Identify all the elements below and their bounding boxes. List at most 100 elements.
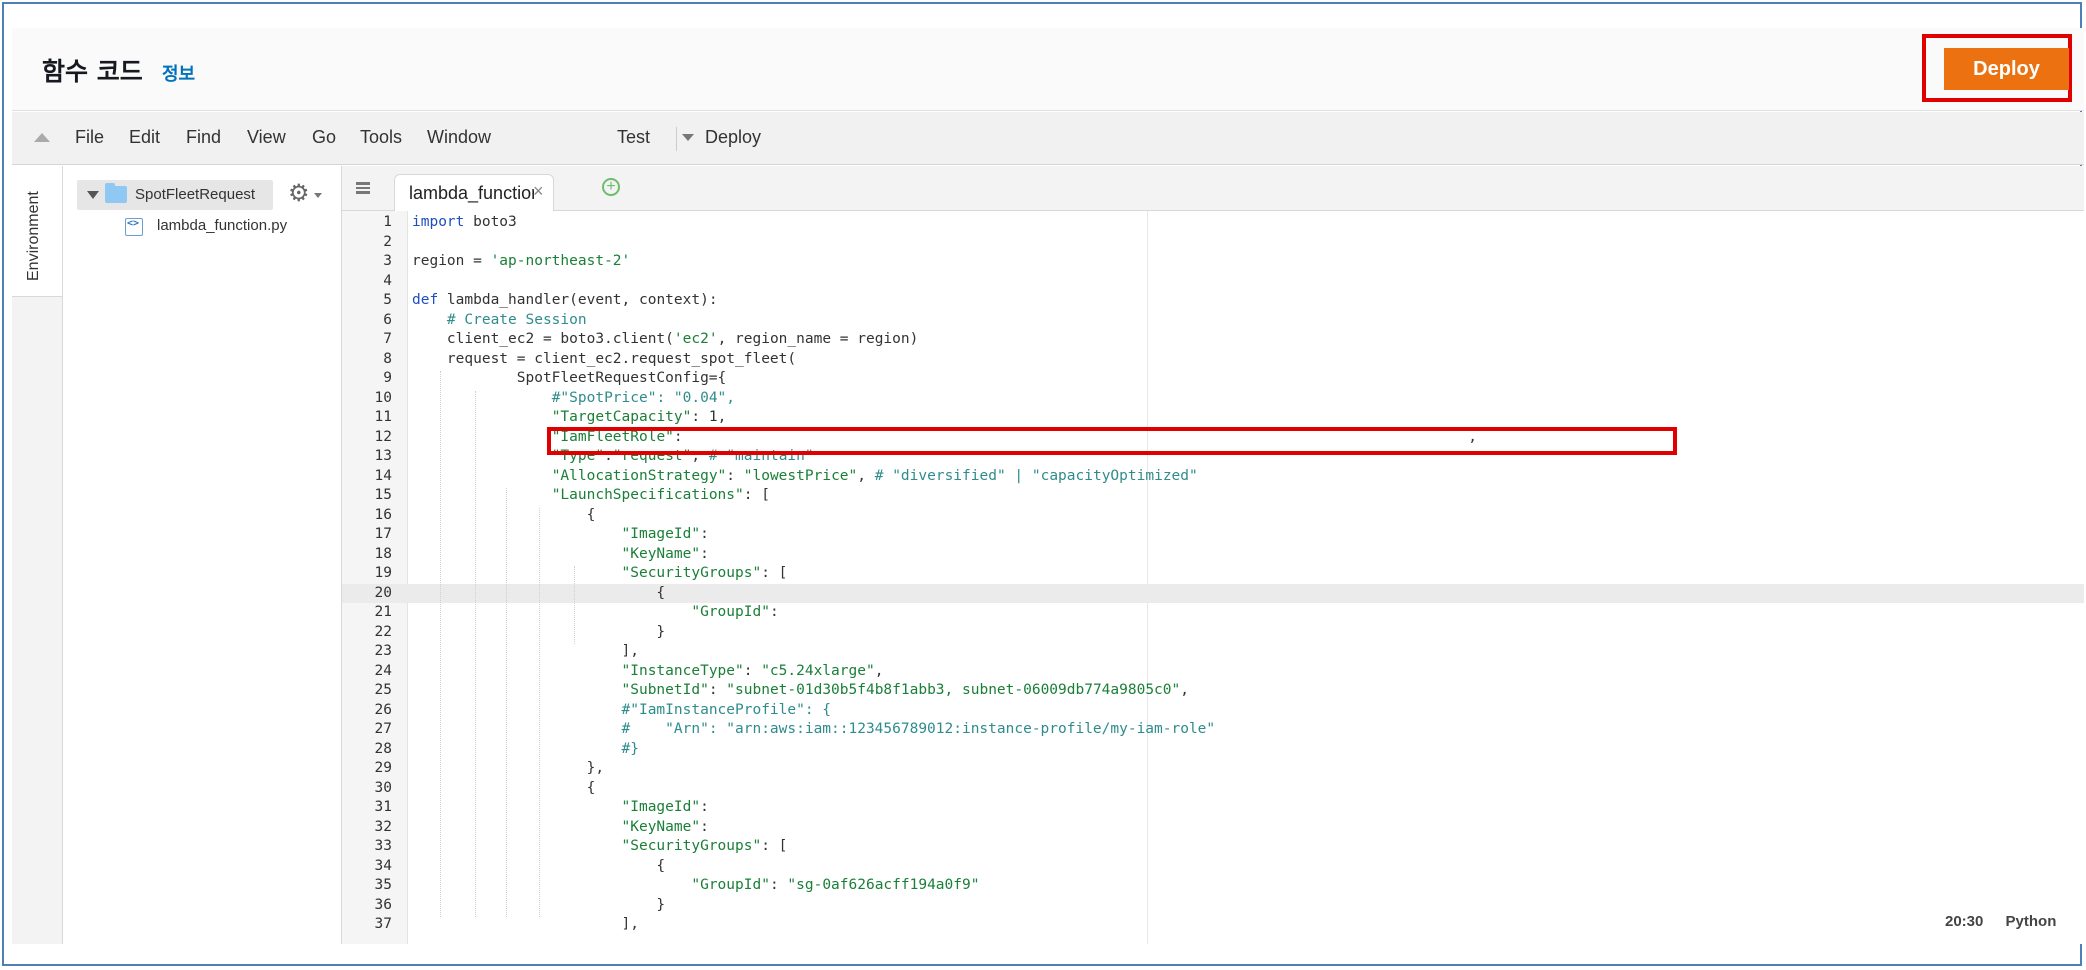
- code-editor[interactable]: 1 import boto3 2 3 region = 'ap-northeast-2'…: [342, 211, 2084, 944]
- code-text: "InstanceType": "c5.24xlarge",: [621, 662, 884, 679]
- code-line[interactable]: 35 "GroupId": "sg-0af626acff194a0f9": [342, 876, 2084, 896]
- line-number: 4: [383, 272, 392, 289]
- code-line[interactable]: 11 "TargetCapacity": 1,: [342, 408, 2084, 428]
- page-title: 함수 코드: [42, 57, 143, 86]
- tab-lambda-function[interactable]: lambda_function ×: [394, 174, 554, 211]
- code-line[interactable]: 34 {: [342, 857, 2084, 877]
- iam-fleet-role-highlight-box: [547, 427, 1677, 455]
- code-line[interactable]: 6 # Create Session: [342, 311, 2084, 331]
- code-line[interactable]: 33 "SecurityGroups": [: [342, 837, 2084, 857]
- code-line[interactable]: 9 SpotFleetRequestConfig={: [342, 369, 2084, 389]
- code-line[interactable]: 14 "AllocationStrategy": "lowestPrice", …: [342, 467, 2084, 487]
- close-icon[interactable]: ×: [533, 181, 544, 202]
- tree-folder-spotfleetrequest[interactable]: SpotFleetRequest: [77, 180, 273, 210]
- code-line[interactable]: 20 {: [342, 583, 2084, 603]
- code-text: "SecurityGroups": [: [621, 838, 788, 854]
- menu-deploy[interactable]: Deploy: [705, 127, 761, 148]
- code-text: "KeyName":: [621, 818, 709, 835]
- code-text: "ImageId":: [621, 526, 709, 542]
- code-line[interactable]: 17 "ImageId":: [342, 525, 2084, 545]
- code-line[interactable]: 5 def lambda_handler(event, context):: [342, 291, 2084, 311]
- line-number: 15: [374, 487, 392, 503]
- menu-edit[interactable]: Edit: [129, 127, 160, 148]
- code-line[interactable]: 37 ],: [342, 915, 2084, 935]
- code-line[interactable]: 23 ],: [342, 642, 2084, 662]
- indent-guide: [539, 507, 541, 917]
- deploy-button[interactable]: Deploy: [1944, 48, 2069, 90]
- line-number: 32: [374, 818, 392, 835]
- line-number: 22: [374, 623, 392, 640]
- code-line[interactable]: 27 # "Arn": "arn:aws:iam::123456789012:i…: [342, 720, 2084, 740]
- tab-list-icon[interactable]: [356, 182, 370, 194]
- menu-go[interactable]: Go: [312, 127, 336, 148]
- line-number: 12: [374, 428, 392, 445]
- info-link[interactable]: 정보: [162, 60, 195, 86]
- code-text: region = 'ap-northeast-2': [412, 253, 631, 269]
- menu-find[interactable]: Find: [186, 127, 221, 148]
- indent-guide: [440, 371, 442, 917]
- language-mode[interactable]: Python: [2006, 913, 2057, 930]
- code-line[interactable]: 24 "InstanceType": "c5.24xlarge",: [342, 662, 2084, 682]
- code-line[interactable]: 4: [342, 272, 2084, 292]
- menu-separator: [676, 127, 677, 151]
- code-line[interactable]: 16 {: [342, 506, 2084, 526]
- code-line[interactable]: 22 }: [342, 623, 2084, 643]
- environment-tab-label: Environment: [25, 191, 42, 281]
- environment-tab[interactable]: Environment: [12, 166, 62, 297]
- code-line[interactable]: 28 #}: [342, 740, 2084, 760]
- line-number: 28: [374, 740, 392, 757]
- line-number: 23: [374, 643, 392, 659]
- code-text: ],: [412, 643, 639, 659]
- plus-circle-icon[interactable]: +: [602, 178, 620, 196]
- code-line[interactable]: 36 }: [342, 896, 2084, 916]
- line-number: 8: [383, 350, 392, 367]
- python-file-icon: [125, 218, 143, 236]
- code-text: # "Arn": "arn:aws:iam::123456789012:inst…: [621, 721, 1216, 737]
- line-number: 26: [374, 701, 392, 718]
- code-line[interactable]: 31 "ImageId":: [342, 798, 2084, 818]
- code-line[interactable]: 8 request = client_ec2.request_spot_flee…: [342, 350, 2084, 370]
- code-line[interactable]: 18 "KeyName":: [342, 545, 2084, 565]
- menu-view[interactable]: View: [247, 127, 286, 148]
- gear-dropdown-icon[interactable]: [314, 193, 322, 198]
- code-line[interactable]: 21 "GroupId":: [342, 603, 2084, 623]
- code-line[interactable]: 15 "LaunchSpecifications": [: [342, 486, 2084, 506]
- code-line[interactable]: 2: [342, 233, 2084, 253]
- gear-icon[interactable]: ⚙: [288, 180, 310, 208]
- folder-icon: [105, 183, 127, 203]
- code-line[interactable]: 3 region = 'ap-northeast-2': [342, 252, 2084, 272]
- menu-window[interactable]: Window: [427, 127, 491, 148]
- tree-file-lambda-function[interactable]: lambda_function.py: [157, 217, 287, 234]
- line-number: 14: [374, 467, 392, 484]
- code-text: "AllocationStrategy": "lowestPrice", # "…: [551, 467, 1198, 484]
- code-line[interactable]: 30 {: [342, 779, 2084, 799]
- code-text: import boto3: [412, 214, 517, 230]
- code-line[interactable]: 32 "KeyName":: [342, 818, 2084, 838]
- menu-test[interactable]: Test: [617, 127, 650, 148]
- code-line[interactable]: 19 "SecurityGroups": [: [342, 564, 2084, 584]
- menu-tools[interactable]: Tools: [360, 127, 402, 148]
- code-text: client_ec2 = boto3.client('ec2', region_…: [412, 331, 919, 347]
- line-number: 17: [374, 526, 392, 542]
- code-line[interactable]: 10 #"SpotPrice": "0.04",: [342, 389, 2084, 409]
- line-number: 16: [374, 506, 392, 523]
- triangle-up-icon[interactable]: [34, 133, 50, 142]
- code-line[interactable]: 26 #"IamInstanceProfile": {: [342, 701, 2084, 721]
- editor-tab-bar: lambda_function × +: [342, 166, 2084, 211]
- line-number: 36: [374, 896, 392, 913]
- menu-file[interactable]: File: [75, 127, 104, 148]
- line-number: 13: [374, 448, 392, 464]
- code-line[interactable]: 1 import boto3: [342, 213, 2084, 233]
- line-number: 18: [374, 545, 392, 562]
- line-number: 20: [374, 584, 392, 601]
- code-line[interactable]: 7 client_ec2 = boto3.client('ec2', regio…: [342, 330, 2084, 350]
- line-number: 6: [383, 311, 392, 328]
- collapse-triangle-icon[interactable]: [87, 191, 99, 199]
- indent-guide: [574, 566, 576, 644]
- test-dropdown-icon[interactable]: [682, 134, 694, 141]
- code-line[interactable]: 25 "SubnetId": "subnet-01d30b5f4b8f1abb3…: [342, 681, 2084, 701]
- code-text: def lambda_handler(event, context):: [412, 292, 718, 308]
- code-line[interactable]: 29 },: [342, 759, 2084, 779]
- code-text: "ImageId":: [621, 799, 709, 815]
- line-number: 19: [374, 565, 392, 581]
